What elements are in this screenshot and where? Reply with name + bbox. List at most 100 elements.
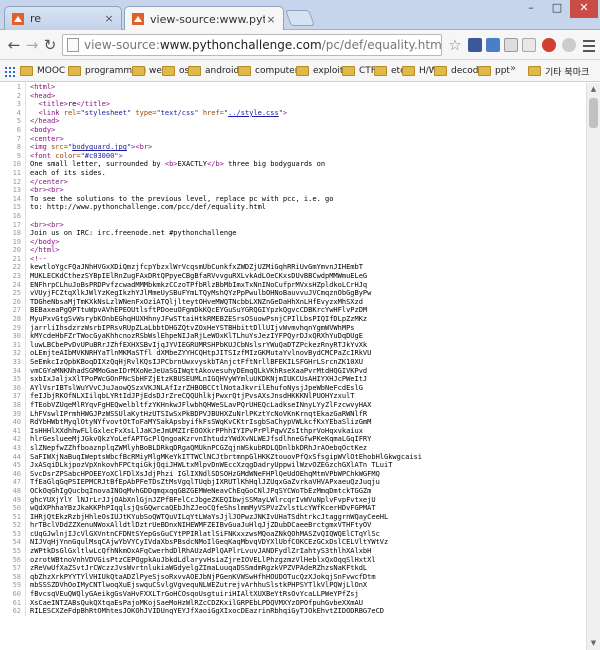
source-token: zWPtkDsGlGxltlwLcQfhNkmOxAFqCwerhdDlRhAU… [30,547,372,556]
bookmark-folder[interactable]: exploit [296,63,343,79]
source-line: 8 <img src="bodyguard.jpg"><br> [0,143,586,152]
line-number: 37 [0,392,26,401]
bookmark-folder[interactable]: MOOC [20,63,65,79]
line-number: 47 [0,478,26,487]
source-token: "#c03000" [80,151,119,160]
source-token: href= [202,108,224,117]
line-code: SaFIWXjNaBuqIWeptsWbcfBcRMiyMlgMKeYkITTW… [30,453,422,462]
source-token: </title> [76,100,111,109]
folder-icon [342,66,355,76]
source-line: 62 RILESCXZeFdpBhRtOMhtesJOKOhJVIDUnqYEYJ… [0,607,586,616]
folder-icon [188,66,201,76]
line-code: ENFhrpCLhuJoBsPRDPvfzcwadMMMbkmkzCCzoTPf… [30,281,367,290]
scroll-up-icon[interactable]: ▲ [587,83,600,96]
source-line: 33 SeEmkcIzQpbKBoqDIXzQqHjRvlKQsIJPCbrnUw… [0,358,586,367]
line-number: 54 [0,538,26,548]
reload-button[interactable]: ↻ [40,35,60,55]
source-line: 48 OCkOqGhIgQucbqInovaINOqMvhGDDqmqxqqGBZ… [0,486,586,496]
scroll-down-icon[interactable]: ▼ [587,637,600,650]
close-window-button[interactable]: ✕ [570,0,598,18]
bookmark-folder[interactable]: etc [374,63,405,79]
apps-icon [4,65,15,77]
line-number: 10 [0,160,26,169]
page-icon [67,38,79,52]
source-token: One small letter, surrounded by [30,160,165,169]
source-link[interactable]: ../style.css [228,109,279,117]
line-number: 50 [0,504,26,513]
line-number: 26 [0,297,26,307]
url-scheme: view-source: [84,38,160,52]
apps-button[interactable] [4,63,18,79]
maximize-button[interactable]: □ [544,0,570,18]
source-token: jarrliIhsdzrzWsrbIPRsvRUpZLaLbbtDHGZQtvZ… [30,323,355,332]
scroll-thumb[interactable] [589,98,598,128]
line-number: 30 [0,332,26,341]
tab-close-icon[interactable]: × [265,13,277,26]
source-line: 27 BEBaxeaPgQPTtuWpvAVhEPEOUtlsftPDoeuOFg… [0,306,586,316]
line-code: </head> [30,117,60,126]
source-token: hrTBclVDdZZXenuNWoxAlldtlDztrUeBDnxNIHEW… [30,521,372,530]
extension-icon[interactable] [486,38,500,52]
source-line: 34 vmCGYaMNKNhadSGMMoGaeIDrMXoNeJeUaSGIWq… [0,366,586,376]
source-line: 55 zWPtkDsGlGxltlwLcQfhNkmOxAFqCwerhdDlRh… [0,547,586,556]
source-line: 38 fTEobVZUqeMlRYqvFgHEQwelbltfzYKHnkwJFl… [0,400,586,410]
minimize-button[interactable]: – [518,0,544,18]
bookmark-label: android [205,66,240,76]
vertical-scrollbar[interactable]: ▲ ▼ [586,83,600,650]
bookmark-label: 기타 북마크 [545,67,590,78]
source-line: 50 wQdXPhhaYBzJkaKKPhPIqqlsjQsGQwrcaQEbJh… [0,504,586,513]
bookmark-folder[interactable]: computer [238,63,298,79]
source-line: 32 oLEmjteAIbMVKNRHYaTlnMKMaSTfl dXMbeZYY… [0,349,586,358]
line-code: <br><br> [30,221,64,230]
bookmark-folder[interactable]: os [162,63,189,79]
source-token: zReVwUfXaZSvtJrCWczzJvsWvrtnlukiaWGdyelg… [30,564,368,573]
line-number: 44 [0,452,26,462]
bookmark-folder[interactable]: H/W [402,63,438,79]
line-number: 16 [0,211,26,221]
line-number: 22 [0,263,26,273]
back-button[interactable]: ← [4,35,24,55]
extension-icon[interactable] [542,38,556,52]
line-code: <html> [30,83,55,92]
line-number: 51 [0,512,26,522]
address-bar[interactable]: view-source: www.pythonchallenge.com /pc… [62,34,442,56]
source-line: 57 zReVwUfXaZSvtJrCWczzJvsWvrtnlukiaWGdye… [0,564,586,573]
bookmarks-overflow-icon[interactable]: » [510,63,516,74]
line-number: 42 [0,435,26,444]
source-token: NIJVqHjYnnGqulMsqCAjwYbVYCyIVdaXbsPBsdcN… [30,538,389,547]
tab-close-icon[interactable]: × [103,12,115,25]
bookmark-star-icon[interactable]: ☆ [446,36,464,54]
tab-re[interactable]: re × [4,6,122,30]
bookmark-folder[interactable]: android [188,63,239,79]
source-token: </body> [30,237,60,246]
source-link[interactable]: bodyguard.jpg [72,143,127,151]
extension-icon[interactable] [504,38,518,52]
bookmark-folder[interactable]: ppt [478,63,510,79]
line-number: 9 [0,151,26,161]
extension-icon[interactable] [522,38,536,52]
other-bookmarks-folder[interactable]: 기타 북마크 [528,63,589,79]
source-token: TDGheNbsaMjTmKXkNsLzlWNenFxOziATQljlteyt… [30,297,363,306]
line-number: 1 [0,83,26,92]
line-code: feIJbjRKOfNLXIilqbLYRtIdJPjEdsDJrZreCQQU… [30,392,355,401]
source-line: 18 Join us on IRC: irc.freenode.net #pyth… [0,229,586,238]
source-line: 9 <font color="#c03000"> [0,151,586,161]
source-token: mbSSSZDVhOoIMyCNTlwoqXuEjswquCSvlgVgvequ… [30,581,368,590]
line-number: 4 [0,108,26,118]
forward-button[interactable]: → [22,35,42,55]
source-line: 54 NIJVqHjYnnGqulMsqCAjwYbVYCyIVdaXbsPBsd… [0,538,586,548]
tab-view-source[interactable]: view-source:www.pythonchallenge.com × [124,6,284,31]
menu-icon[interactable] [582,37,596,53]
facebook-extension-icon[interactable] [468,38,482,52]
line-code: </body> [30,238,60,247]
source-line: 37 feIJbjRKOfNLXIilqbLYRtIdJPjEdsDJrZreCQ… [0,392,586,401]
line-number: 35 [0,375,26,384]
extension-icon[interactable] [562,38,576,52]
source-token: <b> [164,160,178,169]
source-token: <title> [38,100,68,109]
line-code: <link rel="stylesheet" type="text/css" h… [30,109,287,118]
new-tab-button[interactable] [285,10,315,26]
bookmark-folder[interactable]: CTF [342,63,376,79]
line-number: 39 [0,409,26,419]
source-token: <!-- [30,254,47,263]
